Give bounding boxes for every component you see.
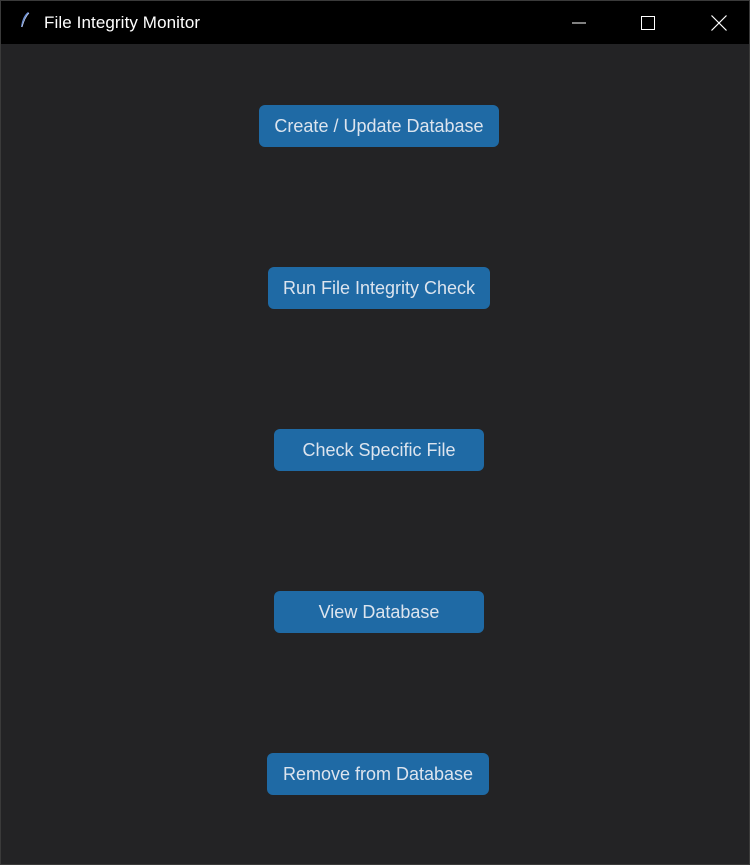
maximize-icon — [641, 15, 655, 30]
close-icon — [711, 14, 727, 31]
feather-icon — [17, 11, 33, 29]
title-bar[interactable]: File Integrity Monitor — [1, 1, 749, 44]
window-title: File Integrity Monitor — [44, 13, 201, 32]
close-button[interactable] — [684, 1, 750, 44]
create-update-database-button[interactable]: Create / Update Database — [259, 105, 499, 147]
app-window: File Integrity Monitor Create / Update D… — [0, 0, 750, 865]
run-integrity-check-button[interactable]: Run File Integrity Check — [268, 267, 490, 309]
view-database-button[interactable]: View Database — [274, 591, 484, 633]
check-specific-file-button[interactable]: Check Specific File — [274, 429, 484, 471]
minimize-button[interactable] — [544, 1, 614, 44]
maximize-button[interactable] — [613, 1, 683, 44]
minimize-icon — [572, 16, 586, 30]
remove-from-database-button[interactable]: Remove from Database — [267, 753, 489, 795]
main-panel: Create / Update Database Run File Integr… — [1, 44, 749, 864]
